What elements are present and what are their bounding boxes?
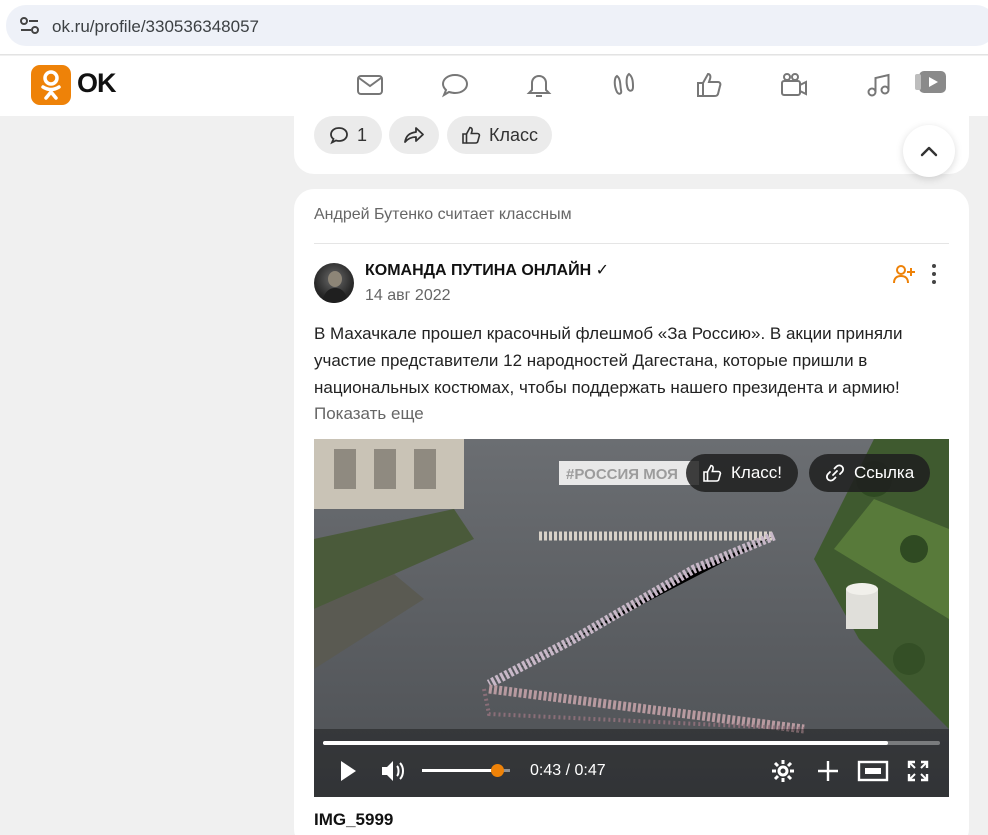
volume-fill: [422, 769, 497, 772]
play-icon[interactable]: [338, 759, 358, 783]
notifications-icon[interactable]: [524, 70, 554, 100]
volume-icon[interactable]: [380, 758, 408, 784]
scroll-to-top-button[interactable]: [903, 125, 955, 177]
fullscreen-icon[interactable]: [906, 759, 930, 783]
svg-text:#РОССИЯ МОЯ: #РОССИЯ МОЯ: [566, 466, 678, 483]
author-name[interactable]: КОМАНДА ПУТИНА ОНЛАЙН ✓: [365, 260, 609, 280]
video-icon[interactable]: [779, 70, 809, 100]
thumbs-up-icon: [703, 464, 722, 482]
previous-post-card: 1 Класс: [294, 108, 969, 174]
comments-count: 1: [356, 124, 367, 145]
url-field[interactable]: ok.ru/profile/330536348057: [6, 5, 988, 46]
music-icon[interactable]: [864, 70, 894, 100]
like-label: Класс: [489, 124, 538, 145]
divider: [314, 243, 949, 244]
video-showcase-icon[interactable]: [914, 66, 948, 100]
thumbs-up-icon: [462, 126, 481, 144]
post-text: В Махачкале прошел красочный флешмоб «За…: [314, 324, 903, 397]
volume-knob[interactable]: [490, 764, 504, 777]
add-friend-icon[interactable]: [892, 263, 916, 285]
mini-player-icon[interactable]: [857, 759, 889, 783]
link-icon: [825, 464, 845, 482]
show-more-link[interactable]: Показать еще: [314, 404, 424, 424]
settings-gear-icon[interactable]: [771, 759, 795, 783]
messages-icon[interactable]: [355, 70, 385, 100]
discussions-icon[interactable]: [440, 70, 470, 100]
video-player[interactable]: #РОССИЯ МОЯ Класс! Ссылка 0:43 / 0:47: [314, 439, 949, 797]
comment-icon: [330, 127, 348, 145]
marks-icon[interactable]: [694, 70, 724, 100]
post-date[interactable]: 14 авг 2022: [365, 287, 451, 305]
chevron-up-icon: [920, 146, 938, 157]
ok-logo-icon[interactable]: [31, 65, 71, 105]
avatar[interactable]: [314, 263, 354, 303]
comments-button[interactable]: 1: [314, 116, 382, 154]
like-button[interactable]: Класс: [447, 116, 552, 154]
activity-line[interactable]: Андрей Бутенко считает классным: [314, 206, 572, 224]
video-like-label: Класс!: [731, 463, 782, 482]
guests-icon[interactable]: [609, 70, 639, 100]
site-settings-icon[interactable]: [18, 15, 42, 37]
more-options-icon[interactable]: [926, 263, 942, 285]
video-like-button[interactable]: Класс!: [686, 454, 798, 492]
share-icon: [404, 127, 424, 143]
share-button[interactable]: [389, 116, 439, 154]
volume-slider[interactable]: [422, 764, 510, 777]
browser-address-bar: ok.ru/profile/330536348057: [0, 0, 988, 55]
video-link-button[interactable]: Ссылка: [809, 454, 931, 492]
video-time: 0:43 / 0:47: [530, 762, 606, 779]
video-caption[interactable]: IMG_5999: [314, 810, 393, 830]
add-plus-icon[interactable]: [816, 759, 840, 783]
site-header: OK: [0, 56, 988, 116]
logo-text[interactable]: OK: [77, 68, 116, 99]
video-controls: 0:43 / 0:47: [314, 745, 949, 797]
url-text[interactable]: ok.ru/profile/330536348057: [52, 17, 259, 37]
video-link-label: Ссылка: [854, 463, 915, 482]
